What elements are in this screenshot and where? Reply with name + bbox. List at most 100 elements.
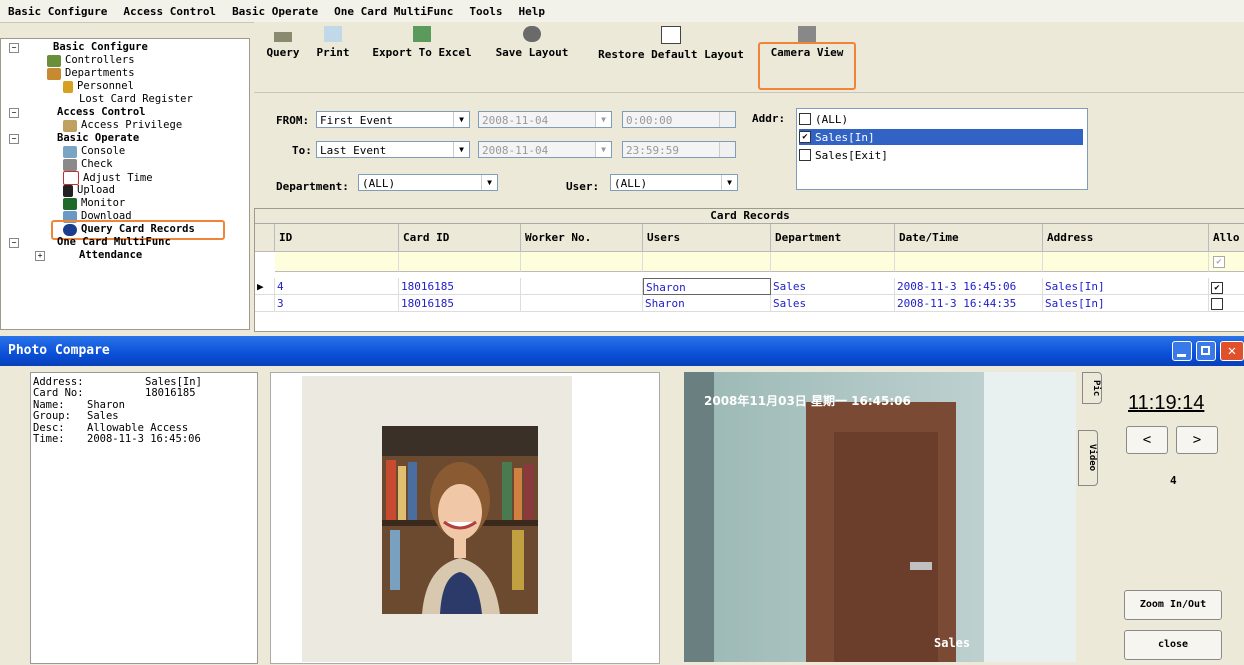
expand-icon[interactable]: + — [35, 251, 45, 261]
column-header-department[interactable]: Department — [771, 224, 895, 252]
column-header-card-id[interactable]: Card ID — [399, 224, 521, 252]
column-header-datetime[interactable]: Date/Time — [895, 224, 1043, 252]
filter-cell[interactable] — [1043, 252, 1209, 272]
collapse-icon[interactable]: − — [9, 134, 19, 144]
table-row-2-user[interactable]: Sharon — [643, 295, 771, 312]
from-select[interactable]: First Event ▼ — [316, 111, 470, 128]
filter-cell[interactable] — [895, 252, 1043, 272]
collapse-icon[interactable]: − — [9, 108, 19, 118]
tree-basic-operate[interactable]: Basic Operate — [57, 132, 139, 145]
card-no-label: Card No: — [33, 387, 84, 399]
filter-checkbox[interactable]: ✔ — [1213, 256, 1225, 268]
tree-console[interactable]: Console — [63, 145, 125, 158]
table-row-2-department[interactable]: Sales — [771, 295, 895, 312]
table-row-2-card-id[interactable]: 18016185 — [399, 295, 521, 312]
dropdown-arrow-icon: ▼ — [453, 142, 469, 157]
card-info-panel: Address: Sales[In] Card No: 18016185 Nam… — [30, 372, 258, 664]
table-row-1-address[interactable]: Sales[In] — [1043, 278, 1209, 295]
tree-basic-configure[interactable]: Basic Configure — [53, 41, 148, 54]
table-row-1-id[interactable]: 4 — [275, 278, 399, 295]
filter-cell[interactable] — [521, 252, 643, 272]
filter-cell[interactable] — [399, 252, 521, 272]
column-header-users[interactable]: Users — [643, 224, 771, 252]
allow-checkbox[interactable] — [1211, 298, 1223, 310]
menu-help[interactable]: Help — [511, 5, 554, 18]
collapse-icon[interactable]: − — [9, 238, 19, 248]
tree-departments[interactable]: Departments — [47, 67, 135, 80]
tree-lost-card-register[interactable]: Lost Card Register — [79, 93, 193, 106]
zoom-in-out-button[interactable]: Zoom In/Out — [1124, 590, 1222, 620]
table-row-2-datetime[interactable]: 2008-11-3 16:44:35 — [895, 295, 1043, 312]
column-header-allow[interactable]: Allo — [1209, 224, 1244, 252]
checkbox[interactable] — [799, 149, 811, 161]
next-button[interactable]: > — [1176, 426, 1218, 454]
tree-upload[interactable]: Upload — [63, 184, 115, 197]
address-item-all[interactable]: (ALL) — [799, 111, 1083, 127]
close-button[interactable]: close — [1124, 630, 1222, 660]
checkbox[interactable] — [799, 113, 811, 125]
tree-access-control[interactable]: Access Control — [57, 106, 146, 119]
to-select[interactable]: Last Event ▼ — [316, 141, 470, 158]
menu-basic-configure[interactable]: Basic Configure — [0, 5, 115, 18]
table-row-2-address[interactable]: Sales[In] — [1043, 295, 1209, 312]
table-row-2-allow[interactable] — [1209, 295, 1244, 312]
previous-button[interactable]: < — [1126, 426, 1168, 454]
table-row-1-user[interactable]: Sharon — [643, 278, 771, 295]
to-time-spinner[interactable]: 23:59:59 — [622, 141, 736, 158]
table-row-2-worker[interactable] — [521, 295, 643, 312]
collapse-icon[interactable]: − — [9, 43, 19, 53]
tab-video[interactable]: Video — [1078, 430, 1098, 486]
tree-attendance[interactable]: Attendance — [79, 249, 142, 262]
menu-one-card[interactable]: One Card MultiFunc — [326, 5, 461, 18]
menu-tools[interactable]: Tools — [461, 5, 510, 18]
addr-label: Addr: — [752, 112, 786, 125]
tree-check[interactable]: Check — [63, 158, 113, 171]
save-layout-button[interactable]: Save Layout — [490, 26, 574, 59]
export-excel-button[interactable]: Export To Excel — [366, 26, 478, 59]
table-row-1-worker[interactable] — [521, 278, 643, 295]
table-row-1-datetime[interactable]: 2008-11-3 16:45:06 — [895, 278, 1043, 295]
tree-one-card-multifunc[interactable]: One Card MultiFunc — [57, 236, 171, 249]
filter-cell[interactable] — [643, 252, 771, 272]
filter-cell[interactable] — [275, 252, 399, 272]
filter-cell[interactable] — [771, 252, 895, 272]
spinner-icon — [719, 112, 735, 127]
query-button[interactable]: Query — [264, 26, 302, 59]
table-row-1-department[interactable]: Sales — [771, 278, 895, 295]
menu-access-control[interactable]: Access Control — [115, 5, 224, 18]
restore-layout-button[interactable]: Restore Default Layout — [586, 26, 756, 61]
to-date-picker[interactable]: 2008-11-04 ▼ — [478, 141, 612, 158]
tree-controllers[interactable]: Controllers — [47, 54, 135, 67]
column-header-id[interactable]: ID — [275, 224, 399, 252]
table-row-2-id[interactable]: 3 — [275, 295, 399, 312]
filter-cell[interactable]: ✔ — [1209, 252, 1244, 272]
table-row-1-allow[interactable]: ✔ — [1209, 278, 1244, 295]
dropdown-arrow-icon: ▼ — [721, 175, 737, 190]
dropdown-arrow-icon: ▼ — [453, 112, 469, 127]
table-row-1-card-id[interactable]: 18016185 — [399, 278, 521, 295]
column-header-worker-no[interactable]: Worker No. — [521, 224, 643, 252]
query-icon — [274, 32, 292, 42]
menu-bar: Basic Configure Access Control Basic Ope… — [0, 0, 1244, 23]
tab-pic[interactable]: Pic — [1082, 372, 1102, 404]
print-button[interactable]: Print — [316, 26, 350, 59]
user-select[interactable]: (ALL) ▼ — [610, 174, 738, 191]
from-time-spinner[interactable]: 0:00:00 — [622, 111, 736, 128]
from-date-picker[interactable]: 2008-11-04 ▼ — [478, 111, 612, 128]
column-header-address[interactable]: Address — [1043, 224, 1209, 252]
tree-access-privilege[interactable]: Access Privilege — [63, 119, 182, 132]
tree-adjust-time[interactable]: Adjust Time — [63, 171, 153, 185]
tree-personnel[interactable]: Personnel — [63, 80, 134, 93]
row-selector[interactable] — [255, 295, 275, 312]
maximize-icon[interactable] — [1196, 341, 1216, 361]
allow-checkbox[interactable]: ✔ — [1211, 282, 1223, 294]
menu-basic-operate[interactable]: Basic Operate — [224, 5, 326, 18]
address-item-sales-in[interactable]: ✔ Sales[In] — [799, 129, 1083, 145]
tree-monitor[interactable]: Monitor — [63, 197, 125, 210]
close-icon[interactable]: ✕ — [1220, 341, 1244, 361]
controllers-icon — [47, 54, 61, 67]
minimize-icon[interactable] — [1172, 341, 1192, 361]
department-select[interactable]: (ALL) ▼ — [358, 174, 498, 191]
checkbox-checked[interactable]: ✔ — [799, 131, 811, 143]
address-item-sales-exit[interactable]: Sales[Exit] — [799, 147, 1083, 163]
